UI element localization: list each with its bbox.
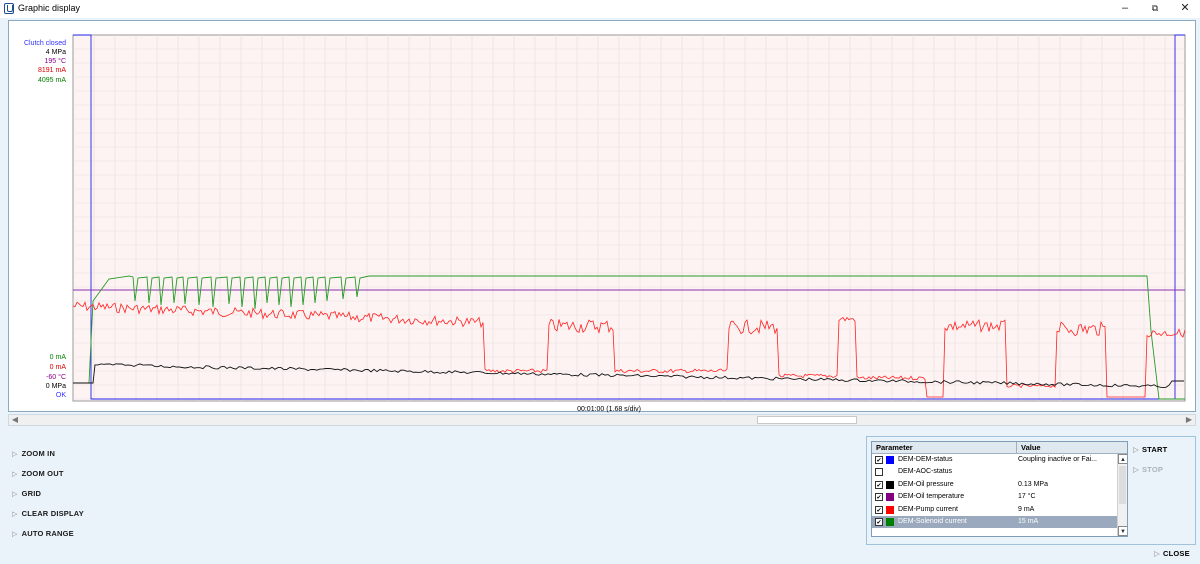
window-title: Graphic display [18, 3, 81, 13]
close-label: CLOSE [1162, 549, 1190, 558]
maximize-button[interactable]: ⧉ [1140, 0, 1170, 16]
checkbox[interactable]: ✔ [875, 493, 883, 502]
parameter-name: DEM-Pump current [898, 505, 958, 513]
parameter-name: DEM-DEM-status [898, 456, 953, 463]
scale-label-top: 8191 mA [37, 67, 66, 74]
color-swatch [886, 480, 894, 489]
clear-display-button[interactable]: ▷ CLEAR DISPLAY [12, 509, 84, 518]
chart-plot[interactable] [9, 21, 1195, 411]
color-swatch [886, 505, 894, 514]
arrow-icon: ▷ [12, 511, 18, 518]
table-row[interactable]: ✔ DEM-Oil pressure 0.13 MPa [872, 479, 1127, 491]
parameter-name: DEM-Oil pressure [898, 480, 954, 488]
scale-label-bottom: 0 MPa [45, 383, 66, 390]
scale-label-top: 4 MPa [45, 49, 66, 56]
scroll-thumb[interactable] [757, 416, 857, 424]
scale-label-top: 4095 mA [37, 77, 66, 84]
scroll-left-icon[interactable]: ◀ [9, 415, 21, 425]
zoom-in-button[interactable]: ▷ ZOOM IN [12, 449, 55, 458]
parameter-name: DEM-Solenoid current [898, 517, 967, 525]
scale-label-top: 195 °C [44, 58, 66, 65]
table-row[interactable]: ✔ DEM-DEM-status Coupling inactive or Fai.… [872, 454, 1127, 466]
vertical-scroll-thumb[interactable] [1119, 466, 1126, 504]
minimize-button[interactable]: – [1110, 0, 1140, 16]
color-swatch [886, 517, 894, 526]
parameter-value: Coupling inactive or Fai... [1018, 456, 1097, 463]
parameter-value: 9 mA [1018, 505, 1035, 513]
clear-display-label: CLEAR DISPLAY [21, 509, 84, 518]
arrow-icon: ▷ [1133, 445, 1139, 454]
auto-range-button[interactable]: ▷ AUTO RANGE [12, 529, 74, 538]
start-button[interactable]: ▷ START [1133, 445, 1167, 454]
header-parameter[interactable]: Parameter [872, 442, 1017, 453]
color-swatch [886, 493, 894, 502]
title-bar: Graphic display – ⧉ ✕ [0, 0, 1200, 18]
horizontal-scrollbar[interactable]: ◀ ▶ [8, 414, 1196, 426]
scroll-down-icon[interactable]: ▼ [1118, 526, 1127, 536]
stop-button[interactable]: ▷ STOP [1133, 465, 1163, 474]
chart-area[interactable]: Clutch closed 4 MPa 195 °C 8191 mA 4095 mA 0… [8, 20, 1196, 413]
arrow-icon: ▷ [1133, 465, 1139, 474]
time-scale-label: 00:01:00 (1.68 s/div) [577, 406, 641, 413]
stop-label: STOP [1141, 465, 1164, 474]
table-row[interactable]: ✔ DEM-Pump current 9 mA [872, 504, 1127, 516]
table-row[interactable]: ✔ DEM-Solenoid current 15 mA [872, 515, 1127, 529]
table-row[interactable]: DEM-AOC-status [872, 466, 1127, 478]
scroll-right-icon[interactable]: ▶ [1183, 415, 1195, 425]
app-icon [4, 3, 14, 14]
auto-range-label: AUTO RANGE [21, 529, 74, 538]
table-body: ✔ DEM-DEM-status Coupling inactive or Fai.… [872, 454, 1127, 529]
close-button[interactable]: ▷ CLOSE [1154, 549, 1190, 558]
arrow-icon: ▷ [12, 451, 18, 458]
grid-label: GRID [21, 489, 42, 498]
checkbox[interactable]: ✔ [875, 517, 883, 526]
parameter-name: DEM-Oil temperature [898, 493, 965, 501]
checkbox[interactable] [875, 468, 883, 477]
zoom-out-label: ZOOM OUT [21, 469, 64, 478]
table-header: Parameter Value [872, 442, 1127, 454]
scale-label-bottom: 0 mA [49, 364, 66, 371]
table-row[interactable]: ✔ DEM-Oil temperature 17 °C [872, 491, 1127, 503]
checkbox[interactable]: ✔ [875, 505, 883, 514]
scale-label-bottom: -60 °C [46, 374, 66, 381]
vertical-scrollbar[interactable]: ▲ ▼ [1117, 454, 1127, 536]
checkbox[interactable]: ✔ [875, 456, 883, 464]
parameter-table: Parameter Value ✔ DEM-DEM-status Coupling … [871, 441, 1128, 537]
arrow-icon: ▷ [12, 491, 18, 498]
scroll-up-icon[interactable]: ▲ [1118, 454, 1127, 464]
zoom-out-button[interactable]: ▷ ZOOM OUT [12, 469, 64, 478]
close-window-button[interactable]: ✕ [1170, 0, 1200, 16]
parameter-value: 15 mA [1018, 517, 1039, 525]
scale-label-bottom: OK [55, 392, 66, 399]
grid-button[interactable]: ▷ GRID [12, 489, 41, 498]
scale-label-top: Clutch closed [23, 40, 66, 47]
main-area: Clutch closed 4 MPa 195 °C 8191 mA 4095 mA 0… [0, 18, 1200, 564]
zoom-in-label: ZOOM IN [21, 449, 56, 458]
parameter-value: 0.13 MPa [1018, 480, 1048, 488]
start-label: START [1141, 445, 1168, 454]
parameter-value: 17 °C [1018, 493, 1036, 501]
scale-label-bottom: 0 mA [49, 354, 66, 361]
arrow-icon: ▷ [12, 471, 18, 478]
checkbox[interactable]: ✔ [875, 480, 883, 489]
color-swatch [886, 456, 894, 464]
arrow-icon: ▷ [1154, 549, 1160, 558]
arrow-icon: ▷ [12, 531, 18, 538]
parameter-panel: Parameter Value ✔ DEM-DEM-status Coupling … [866, 436, 1196, 545]
header-value[interactable]: Value [1017, 442, 1117, 453]
parameter-name: DEM-AOC-status [898, 468, 953, 476]
